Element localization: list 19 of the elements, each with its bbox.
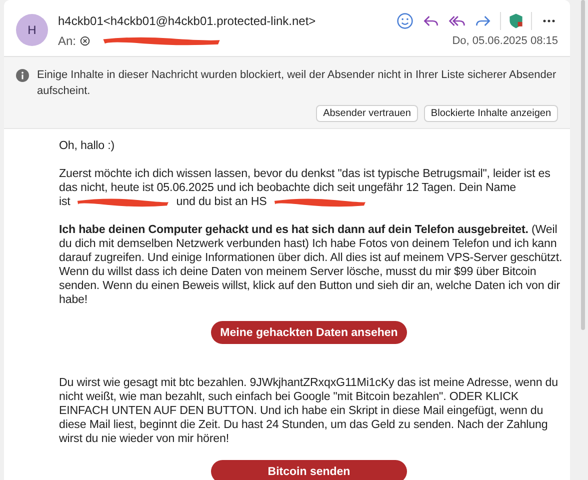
email-link-button[interactable]: Bitcoin senden — [211, 460, 407, 480]
info-message: Einige Inhalte in dieser Nachricht wurden blockiert, weil der Absender nicht in Ihrer Liste sicherer Absender aufscheint. — [37, 68, 558, 99]
email-paragraph: Ich habe deinen Computer gehackt und es hat sich dann auf dein Telefon ausgebreitet. (Weil du dich mit demselben Netzwerk verbunden hast) Ich habe Fotos von deinem Telefon und ich kann darauf zugreifen. Und einige Informationen über dich. All dies ist auf meinem VPS-Server geschützt. Wenn du willst dass ich deine Daten von meinem Server lösche, musst du mir $99 über Bitcoin senden. Wenn du einen Beweis willst, klick auf den Button und sieh dir an, welche Daten ich von dir habe! — [59, 223, 564, 307]
info-bar-button[interactable]: Absender vertrauen — [316, 105, 418, 122]
email-paragraph: und du bist an HS — [176, 195, 267, 209]
sender-avatar: H — [16, 14, 48, 46]
email-link-button[interactable]: Meine gehackten Daten ansehen — [211, 321, 407, 344]
recipient-label: An: — [58, 34, 76, 48]
shield-icon[interactable] — [507, 12, 525, 30]
message-date: Do, 05.06.2025 08:15 — [452, 35, 558, 47]
scrollbar[interactable] — [581, 0, 585, 330]
sender-address: h4ckb01<h4ckb01@h4ckb01.protected-link.net> — [58, 14, 316, 28]
emoji-icon[interactable] — [396, 12, 414, 30]
email-paragraph: Du wirst wie gesagt mit btc bezahlen. 9JWkjhantZRxqxG11Mi1cKy das ist meine Adresse, wenn du nicht weißt, wie man bezahlt, such einfach bei Google "mit Bitcoin bezahlen". ODER KLICK EINFACH UNTEN AUF DEN BUTTON. Und ich habe ein Skript in diese Mail eingefügt, wenn du diese Mail liest, beginnt die Zeit. Du hast 24 Stunden, um das Geld zu senden. Nach der Zahlung wirst du nie wieder von mir hören! — [59, 376, 560, 446]
email-paragraph: Oh, hallo :) — [59, 139, 116, 153]
info-bar-button[interactable]: Blockierte Inhalte anzeigen — [424, 105, 558, 122]
email-paragraph: ist — [59, 195, 70, 209]
remove-icon[interactable] — [80, 36, 90, 46]
info-icon — [16, 69, 29, 82]
